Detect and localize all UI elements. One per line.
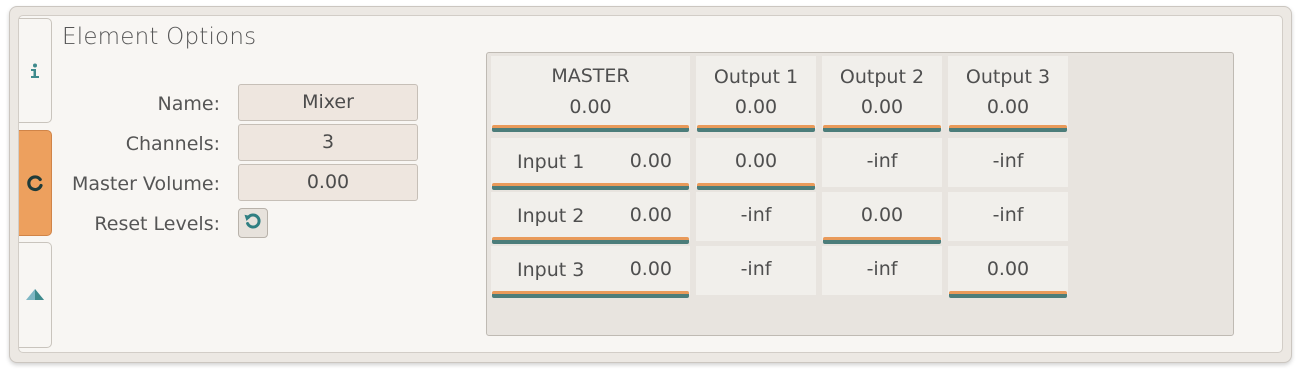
- input-1-output-3-cell[interactable]: -inf: [948, 138, 1068, 187]
- input-3-row-header: Input 3 0.00: [491, 246, 690, 298]
- input-1-output-2-value[interactable]: -inf: [822, 150, 942, 172]
- input-3-output-1-value[interactable]: -inf: [696, 258, 816, 280]
- input-2-output-2-value[interactable]: 0.00: [822, 204, 942, 226]
- input-2-output-2-cell[interactable]: 0.00: [822, 192, 942, 244]
- input-1-output-2-cell[interactable]: -inf: [822, 138, 942, 187]
- input-3-output-2-cell[interactable]: -inf: [822, 246, 942, 295]
- input-3-label: Input 3: [517, 259, 585, 281]
- input-2-label: Input 2: [517, 205, 585, 227]
- input-1-output-3-value[interactable]: -inf: [948, 150, 1068, 172]
- output-3-header-value[interactable]: 0.00: [948, 96, 1068, 118]
- output-2-header-label: Output 2: [839, 66, 925, 88]
- output-1-header-label: Output 1: [713, 66, 799, 88]
- input-2-row-header: Input 2 0.00: [491, 192, 690, 244]
- output-3-level-bar: [949, 125, 1067, 132]
- tab-info[interactable]: [19, 18, 52, 123]
- input-3-output-2-value[interactable]: -inf: [822, 258, 942, 280]
- output-2-level-bar: [823, 125, 941, 132]
- input-3-value[interactable]: 0.00: [630, 258, 672, 280]
- input-1-output-1-cell[interactable]: 0.00: [696, 138, 816, 190]
- input-1-label: Input 1: [517, 151, 585, 173]
- master-header-label: MASTER: [551, 65, 630, 87]
- master-volume-label: Master Volume:: [72, 173, 220, 195]
- input-1-output-1-bar: [697, 183, 815, 190]
- master-volume-field[interactable]: 0.00: [238, 164, 418, 201]
- master-header-cell: MASTER 0.00: [491, 56, 690, 132]
- output-2-header-value[interactable]: 0.00: [822, 96, 942, 118]
- reset-levels-label: Reset Levels:: [94, 213, 220, 235]
- input-1-row-header: Input 1 0.00: [491, 138, 690, 190]
- channels-label: Channels:: [125, 133, 220, 155]
- output-3-header-cell: Output 3 0.00: [948, 56, 1068, 132]
- input-1-level-bar: [492, 183, 689, 190]
- input-2-output-2-bar: [823, 237, 941, 244]
- output-2-header-cell: Output 2 0.00: [822, 56, 942, 132]
- input-3-output-3-bar: [949, 291, 1067, 298]
- output-1-header-cell: Output 1 0.00: [696, 56, 816, 132]
- output-1-header-value[interactable]: 0.00: [696, 96, 816, 118]
- reset-icon: [243, 211, 263, 235]
- input-2-output-3-value[interactable]: -inf: [948, 204, 1068, 226]
- info-icon: [29, 63, 41, 79]
- name-label: Name:: [157, 93, 220, 115]
- tab-shape[interactable]: [19, 242, 52, 348]
- input-3-output-1-cell[interactable]: -inf: [696, 246, 816, 295]
- output-1-level-bar: [697, 125, 815, 132]
- input-2-value[interactable]: 0.00: [630, 204, 672, 226]
- master-header-value[interactable]: 0.00: [491, 96, 690, 118]
- input-2-level-bar: [492, 237, 689, 244]
- tab-mixer[interactable]: [19, 130, 52, 236]
- input-2-output-1-value[interactable]: -inf: [696, 204, 816, 226]
- input-1-value[interactable]: 0.00: [630, 150, 672, 172]
- output-3-header-label: Output 3: [965, 66, 1051, 88]
- name-field[interactable]: Mixer: [238, 84, 418, 121]
- panel-title: Element Options: [62, 24, 257, 50]
- input-1-output-1-value[interactable]: 0.00: [696, 150, 816, 172]
- triangle-icon: [25, 288, 45, 302]
- master-level-bar: [492, 125, 689, 132]
- reset-levels-button[interactable]: [238, 208, 268, 238]
- input-2-output-1-cell[interactable]: -inf: [696, 192, 816, 241]
- refresh-icon: [26, 174, 44, 192]
- input-2-output-3-cell[interactable]: -inf: [948, 192, 1068, 241]
- channels-field[interactable]: 3: [238, 124, 418, 161]
- input-3-output-3-value[interactable]: 0.00: [948, 258, 1068, 280]
- input-3-level-bar: [492, 291, 689, 298]
- input-3-output-3-cell[interactable]: 0.00: [948, 246, 1068, 298]
